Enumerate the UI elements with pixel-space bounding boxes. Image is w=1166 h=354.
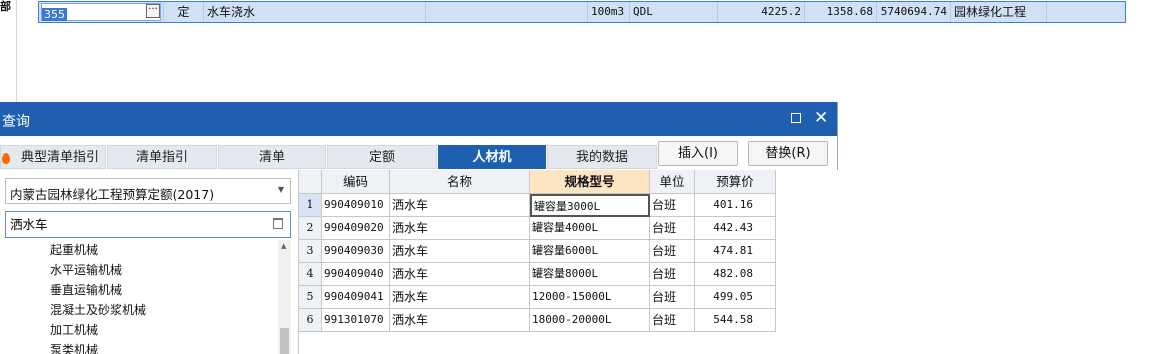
result-grid: 编码 名称 规格型号 单位 预算价 1 990409010 洒水车 罐容量300… [298, 170, 838, 354]
code-cell[interactable]: 990409030 [322, 240, 390, 263]
more-button[interactable]: ··· [146, 4, 160, 18]
dialog-title: 查询 [2, 114, 30, 130]
row-number[interactable]: 2 [299, 217, 322, 240]
tab-list[interactable]: 清单 [218, 145, 326, 169]
row-number[interactable]: 6 [299, 309, 322, 332]
name-cell[interactable]: 洒水车 [390, 286, 530, 309]
tree-item[interactable]: 水平运输机械 [5, 260, 278, 280]
empty-cell[interactable] [1047, 2, 1125, 22]
price-cell[interactable]: 474.81 [695, 240, 776, 263]
row-number[interactable]: 1 [299, 194, 322, 217]
spec-cell[interactable] [426, 2, 588, 22]
unit-cell[interactable]: 台班 [650, 309, 695, 332]
price1-cell[interactable]: 4225.2 [718, 2, 805, 22]
name-cell[interactable]: 洒水车 [390, 240, 530, 263]
code-cell[interactable]: 355 ··· [39, 2, 164, 22]
price-cell[interactable]: 401.16 [695, 194, 776, 217]
insert-button[interactable]: 插入(I) [658, 141, 738, 166]
name-cell[interactable]: 水车浇水 [204, 2, 426, 22]
category-cell[interactable]: 园林绿化工程 [951, 2, 1047, 22]
tab-quota[interactable]: 定额 [327, 145, 437, 169]
spec-cell[interactable]: 罐容量4000L [530, 217, 650, 240]
tree-item[interactable]: 混凝土及砂浆机械 [5, 300, 278, 320]
tab-label: 典型清单指引 [20, 150, 99, 165]
quota-library-select[interactable]: 内蒙古园林绿化工程预算定额(2017) ▼ [5, 178, 291, 204]
code-cell[interactable]: 991301070 [322, 309, 390, 332]
tab-typical-list-guide[interactable]: 典型清单指引 [0, 145, 106, 169]
column-header-unit[interactable]: 单位 [650, 170, 695, 194]
name-cell[interactable]: 洒水车 [390, 309, 530, 332]
unit-cell[interactable]: 台班 [650, 263, 695, 286]
row-number[interactable]: 3 [299, 240, 322, 263]
price-cell[interactable]: 544.58 [695, 309, 776, 332]
price2-cell[interactable]: 1358.68 [805, 2, 877, 22]
code-cell[interactable]: 990409041 [322, 286, 390, 309]
tab-list-guide[interactable]: 清单指引 [107, 145, 217, 169]
maximize-icon[interactable] [791, 113, 801, 123]
spec-cell[interactable]: 18000-20000L [530, 309, 650, 332]
name-cell[interactable]: 洒水车 [390, 217, 530, 240]
tab-labor-material-machine[interactable]: 人材机 [438, 145, 546, 169]
row-number-header [299, 170, 322, 194]
column-header-price[interactable]: 预算价 [695, 170, 776, 194]
category-tree: 起重机械 水平运输机械 垂直运输机械 混凝土及砂浆机械 加工机械 泵类机械 [5, 240, 278, 354]
clear-icon[interactable] [273, 218, 283, 229]
flame-icon [2, 153, 10, 164]
tab-my-data[interactable]: 我的数据 [547, 145, 657, 169]
query-dialog: 查询 ✕ 典型清单指引 清单指引 清单 定额 人材机 我的数据 插入(I) 替换… [0, 102, 838, 354]
price-cell[interactable]: 499.05 [695, 286, 776, 309]
scroll-up-icon[interactable]: ▲ [281, 242, 286, 250]
row-number[interactable]: 4 [299, 263, 322, 286]
close-icon[interactable]: ✕ [814, 107, 828, 129]
code-value[interactable]: 355 [42, 8, 67, 21]
code-cell[interactable]: 990409020 [322, 217, 390, 240]
row-number[interactable]: 5 [299, 286, 322, 309]
column-header-name[interactable]: 名称 [390, 170, 530, 194]
code-cell[interactable]: 990409040 [322, 263, 390, 286]
dialog-titlebar[interactable]: 查询 ✕ [0, 102, 837, 136]
column-header-spec[interactable]: 规格型号 [530, 170, 650, 194]
spec-cell[interactable]: 12000-15000L [530, 286, 650, 309]
column-header-code[interactable]: 编码 [322, 170, 390, 194]
search-input[interactable] [10, 216, 260, 231]
tree-item[interactable]: 起重机械 [5, 240, 278, 260]
unit-cell[interactable]: 100m3 [588, 2, 630, 22]
code-editor[interactable]: 355 [41, 3, 161, 21]
name-cell[interactable]: 洒水车 [390, 263, 530, 286]
total-cell[interactable]: 5740694.74 [877, 2, 951, 22]
tree-item[interactable]: 泵类机械 [5, 340, 278, 354]
name-cell[interactable]: 洒水车 [390, 194, 530, 217]
selected-budget-row[interactable]: 355 ··· 定 水车浇水 100m3 QDL 4225.2 1358.68 … [38, 1, 1126, 23]
type-cell[interactable]: 定 [164, 2, 204, 22]
scroll-thumb[interactable] [280, 328, 289, 354]
tree-item[interactable]: 加工机械 [5, 320, 278, 340]
price-cell[interactable]: 442.43 [695, 217, 776, 240]
quantity-expr-cell[interactable]: QDL [630, 2, 718, 22]
spec-cell[interactable]: 罐容量8000L [530, 263, 650, 286]
tab-bar: 典型清单指引 清单指引 清单 定额 人材机 我的数据 [0, 145, 660, 170]
tree-scrollbar[interactable]: ▲ [278, 240, 291, 354]
chevron-down-icon[interactable]: ▼ [278, 185, 284, 194]
replace-button[interactable]: 替换(R) [748, 141, 828, 166]
search-field[interactable] [5, 211, 291, 238]
unit-cell[interactable]: 台班 [650, 217, 695, 240]
spec-cell[interactable]: 罐容量6000L [530, 240, 650, 263]
price-cell[interactable]: 482.08 [695, 263, 776, 286]
spec-cell[interactable]: 罐容量3000L [530, 194, 650, 217]
quota-library-value: 内蒙古园林绿化工程预算定额(2017) [10, 187, 215, 202]
unit-cell[interactable]: 台班 [650, 240, 695, 263]
tree-item[interactable]: 垂直运输机械 [5, 280, 278, 300]
row-header-fragment: 部 [0, 0, 11, 13]
unit-cell[interactable]: 台班 [650, 194, 695, 217]
code-cell[interactable]: 990409010 [322, 194, 390, 217]
unit-cell[interactable]: 台班 [650, 286, 695, 309]
